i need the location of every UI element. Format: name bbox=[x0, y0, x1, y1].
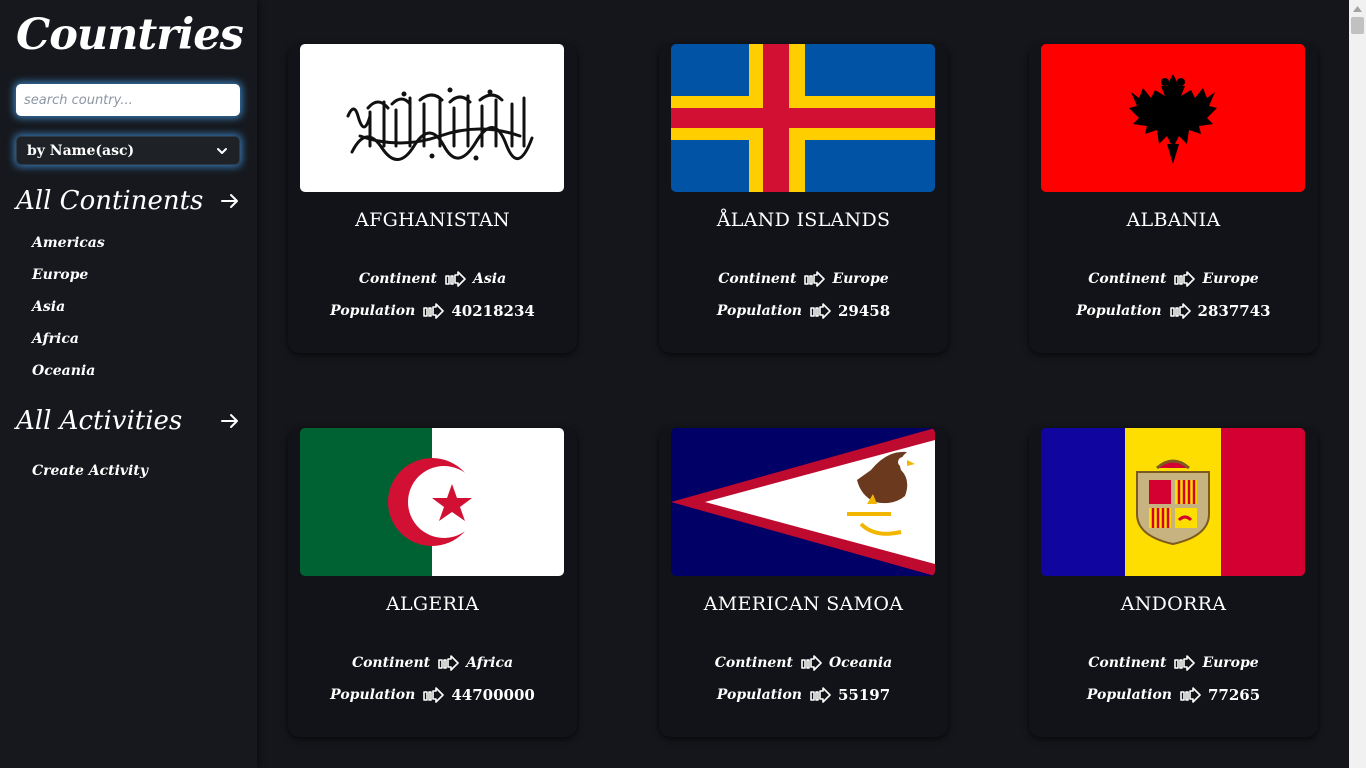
continent-label: Continent bbox=[351, 655, 431, 671]
arrow-right-icon bbox=[221, 194, 238, 208]
sort-select-value: by Name(asc) bbox=[27, 142, 135, 159]
hand-pointing-right-icon bbox=[445, 271, 466, 287]
population-value: 2837743 bbox=[1197, 302, 1271, 320]
continent-value: Europe bbox=[1202, 271, 1259, 287]
albania-flag-icon bbox=[1041, 44, 1305, 192]
hand-pointing-right-icon bbox=[810, 303, 831, 319]
arrow-right-icon bbox=[221, 414, 238, 428]
all-activities-label: All Activities bbox=[16, 406, 183, 436]
population-value: 77265 bbox=[1207, 686, 1261, 704]
country-card[interactable]: AFGHANISTAN Continent Asia Population 40… bbox=[288, 44, 577, 353]
hand-pointing-right-icon bbox=[438, 655, 459, 671]
country-card[interactable]: ALBANIA Continent Europe Population 2837… bbox=[1029, 44, 1318, 353]
scrollbar-thumb[interactable] bbox=[1351, 17, 1364, 34]
continent-value: Europe bbox=[832, 271, 889, 287]
hand-pointing-right-icon bbox=[423, 303, 445, 319]
american-samoa-flag-icon bbox=[671, 428, 935, 576]
continent-label: Continent bbox=[718, 271, 797, 287]
sidebar: Countries by Name(asc) All Continents Am… bbox=[0, 0, 257, 768]
continent-value: Oceania bbox=[828, 655, 893, 671]
app-title: Countries bbox=[16, 10, 244, 60]
population-label: Population bbox=[1076, 303, 1162, 319]
population-value: 44700000 bbox=[451, 686, 535, 704]
search-input[interactable] bbox=[16, 84, 240, 116]
country-card[interactable]: ANDORRA Continent Europe Population 7726… bbox=[1029, 428, 1318, 737]
continent-row: Continent Europe bbox=[1029, 652, 1318, 674]
country-name: ALGERIA bbox=[385, 593, 480, 615]
hand-pointing-right-icon bbox=[1180, 687, 1201, 703]
country-name: AFGHANISTAN bbox=[355, 209, 510, 231]
country-card[interactable]: ALGERIA Continent Africa Population 4470… bbox=[288, 428, 577, 737]
population-row: Population 2837743 bbox=[1029, 300, 1318, 322]
population-label: Population bbox=[716, 687, 802, 703]
population-value: 29458 bbox=[837, 302, 891, 320]
hand-pointing-right-icon bbox=[1169, 303, 1191, 319]
continent-label: Continent bbox=[1088, 271, 1167, 287]
country-card[interactable]: AMERICAN SAMOA Continent Oceania Populat… bbox=[659, 428, 948, 737]
continent-row: Continent Africa bbox=[288, 652, 577, 674]
continent-label: Continent bbox=[1088, 655, 1167, 671]
continent-row: Continent Oceania bbox=[659, 652, 948, 674]
population-value: 55197 bbox=[837, 686, 891, 704]
country-name: ÅLAND ISLANDS bbox=[716, 209, 891, 231]
population-row: Population 40218234 bbox=[288, 300, 577, 322]
hand-pointing-right-icon bbox=[1174, 655, 1196, 671]
aland-islands-flag-icon bbox=[671, 44, 935, 192]
continent-value: Europe bbox=[1202, 655, 1259, 671]
all-continents-link[interactable]: All Continents bbox=[16, 185, 241, 217]
continent-row: Continent Europe bbox=[1029, 268, 1318, 290]
all-continents-label: All Continents bbox=[16, 186, 204, 216]
vertical-scrollbar[interactable] bbox=[1349, 0, 1366, 768]
chevron-down-icon bbox=[217, 147, 227, 154]
hand-pointing-right-icon bbox=[423, 687, 445, 703]
continent-row: Continent Europe bbox=[659, 268, 948, 290]
hand-pointing-right-icon bbox=[810, 687, 831, 703]
population-label: Population bbox=[716, 303, 802, 319]
sort-select[interactable]: by Name(asc) bbox=[16, 136, 240, 165]
continent-item-asia[interactable]: Asia bbox=[32, 299, 65, 315]
create-activity-link[interactable]: Create Activity bbox=[32, 463, 148, 479]
continent-item-africa[interactable]: Africa bbox=[32, 331, 79, 347]
continent-label: Continent bbox=[714, 655, 793, 671]
population-row: Population 29458 bbox=[659, 300, 948, 322]
country-name: AMERICAN SAMOA bbox=[703, 593, 904, 615]
scroll-up-arrow-icon[interactable] bbox=[1349, 0, 1366, 17]
andorra-flag-icon bbox=[1041, 428, 1305, 576]
hand-pointing-right-icon bbox=[804, 271, 826, 287]
continent-value: Africa bbox=[466, 655, 514, 671]
country-name: ALBANIA bbox=[1126, 209, 1221, 231]
population-label: Population bbox=[330, 687, 416, 703]
population-row: Population 77265 bbox=[1029, 684, 1318, 706]
continent-item-europe[interactable]: Europe bbox=[32, 267, 88, 283]
continent-row: Continent Asia bbox=[288, 268, 577, 290]
population-row: Population 55197 bbox=[659, 684, 948, 706]
population-label: Population bbox=[1086, 687, 1172, 703]
population-value: 40218234 bbox=[451, 302, 535, 320]
continent-value: Asia bbox=[473, 271, 507, 287]
population-label: Population bbox=[330, 303, 416, 319]
continent-item-oceania[interactable]: Oceania bbox=[32, 363, 95, 379]
algeria-flag-icon bbox=[300, 428, 564, 576]
continent-label: Continent bbox=[358, 271, 438, 287]
continent-item-americas[interactable]: Americas bbox=[32, 235, 105, 251]
country-card[interactable]: ÅLAND ISLANDS Continent Europe Populatio… bbox=[659, 44, 948, 353]
hand-pointing-right-icon bbox=[1174, 271, 1196, 287]
hand-pointing-right-icon bbox=[801, 655, 822, 671]
population-row: Population 44700000 bbox=[288, 684, 577, 706]
country-name: ANDORRA bbox=[1120, 593, 1227, 615]
all-activities-link[interactable]: All Activities bbox=[16, 405, 241, 437]
afghanistan-flag-icon bbox=[300, 44, 564, 192]
